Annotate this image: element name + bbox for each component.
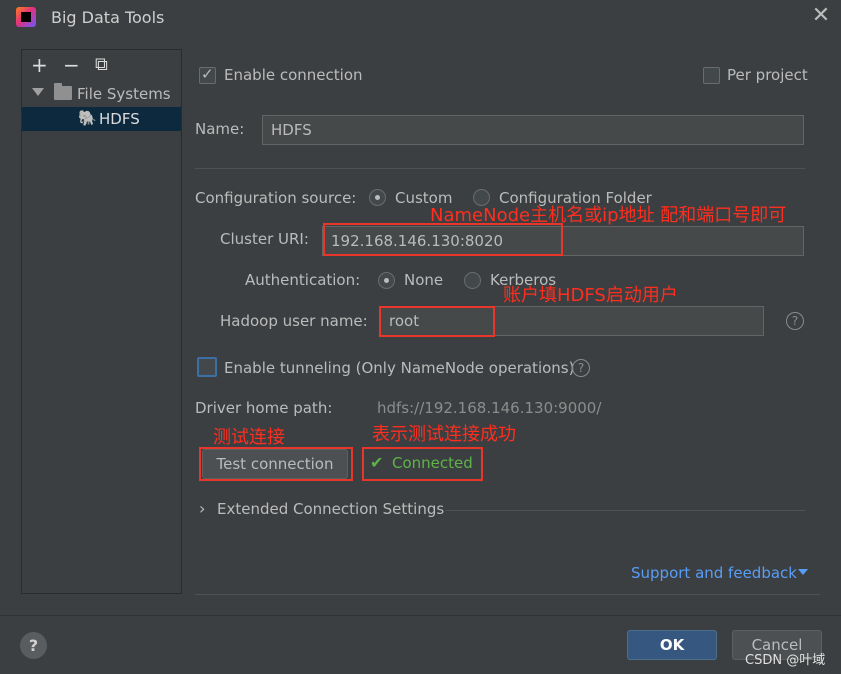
- auth-kerberos-radio[interactable]: [464, 272, 481, 289]
- check-icon: ✔: [370, 453, 384, 472]
- annotation-highlight-user: [379, 306, 495, 337]
- enable-tunneling-checkbox[interactable]: [197, 357, 217, 377]
- separator: [195, 168, 805, 169]
- driver-home-label: Driver home path:: [195, 399, 333, 417]
- connected-status: Connected: [392, 454, 473, 472]
- close-icon[interactable]: ✕: [810, 4, 832, 28]
- csdn-watermark: CSDN @叶域: [745, 653, 826, 668]
- annotation-highlight-test: [199, 447, 353, 481]
- help-icon[interactable]: ?: [786, 312, 804, 330]
- per-project-label: Per project: [727, 66, 808, 84]
- tree-item-file-systems[interactable]: File Systems: [22, 82, 181, 106]
- dropdown-arrow-icon[interactable]: [798, 569, 808, 575]
- tree-item-label: File Systems: [77, 85, 171, 103]
- tree-item-label: HDFS: [99, 110, 140, 128]
- name-input[interactable]: HDFS: [262, 115, 804, 145]
- chevron-down-icon[interactable]: [32, 88, 44, 96]
- chevron-right-icon[interactable]: ›: [199, 499, 205, 518]
- ok-button[interactable]: OK: [627, 630, 717, 660]
- support-feedback-link[interactable]: Support and feedback: [631, 564, 797, 582]
- annotation-highlight-uri: [323, 223, 563, 256]
- cluster-uri-label: Cluster URI:: [220, 230, 309, 248]
- annotation-test: 测试连接: [213, 427, 285, 448]
- annotation-success: 表示测试连接成功: [372, 424, 516, 445]
- window-title: Big Data Tools: [51, 8, 165, 27]
- separator: [446, 510, 805, 511]
- config-source-label: Configuration source:: [195, 189, 357, 207]
- hadoop-user-label: Hadoop user name:: [220, 312, 368, 330]
- help-icon[interactable]: ?: [20, 632, 47, 659]
- tree-item-hdfs[interactable]: 🐘 HDFS: [22, 107, 181, 131]
- enable-tunneling-label: Enable tunneling (Only NameNode operatio…: [224, 359, 575, 377]
- copy-icon[interactable]: ⧉: [95, 55, 108, 75]
- remove-icon[interactable]: −: [63, 55, 80, 75]
- name-label: Name:: [195, 120, 245, 138]
- add-icon[interactable]: +: [31, 55, 48, 75]
- hadoop-elephant-icon: 🐘: [78, 109, 97, 127]
- extended-settings-toggle[interactable]: Extended Connection Settings: [217, 500, 444, 518]
- enable-connection-label: Enable connection: [224, 66, 363, 84]
- footer-divider: [0, 615, 841, 616]
- enable-connection-checkbox[interactable]: [199, 65, 216, 84]
- auth-none-label: None: [404, 271, 444, 289]
- auth-none-radio[interactable]: [378, 272, 395, 289]
- per-project-checkbox[interactable]: [703, 67, 720, 84]
- config-custom-radio[interactable]: [369, 189, 386, 206]
- folder-icon: [54, 83, 72, 100]
- help-icon[interactable]: ?: [572, 359, 590, 377]
- authentication-label: Authentication:: [245, 271, 361, 289]
- separator: [195, 594, 820, 595]
- app-logo-icon: [16, 7, 36, 27]
- driver-home-value: hdfs://192.168.146.130:9000/: [377, 399, 602, 417]
- annotation-account: 账户填HDFS启动用户: [503, 285, 678, 306]
